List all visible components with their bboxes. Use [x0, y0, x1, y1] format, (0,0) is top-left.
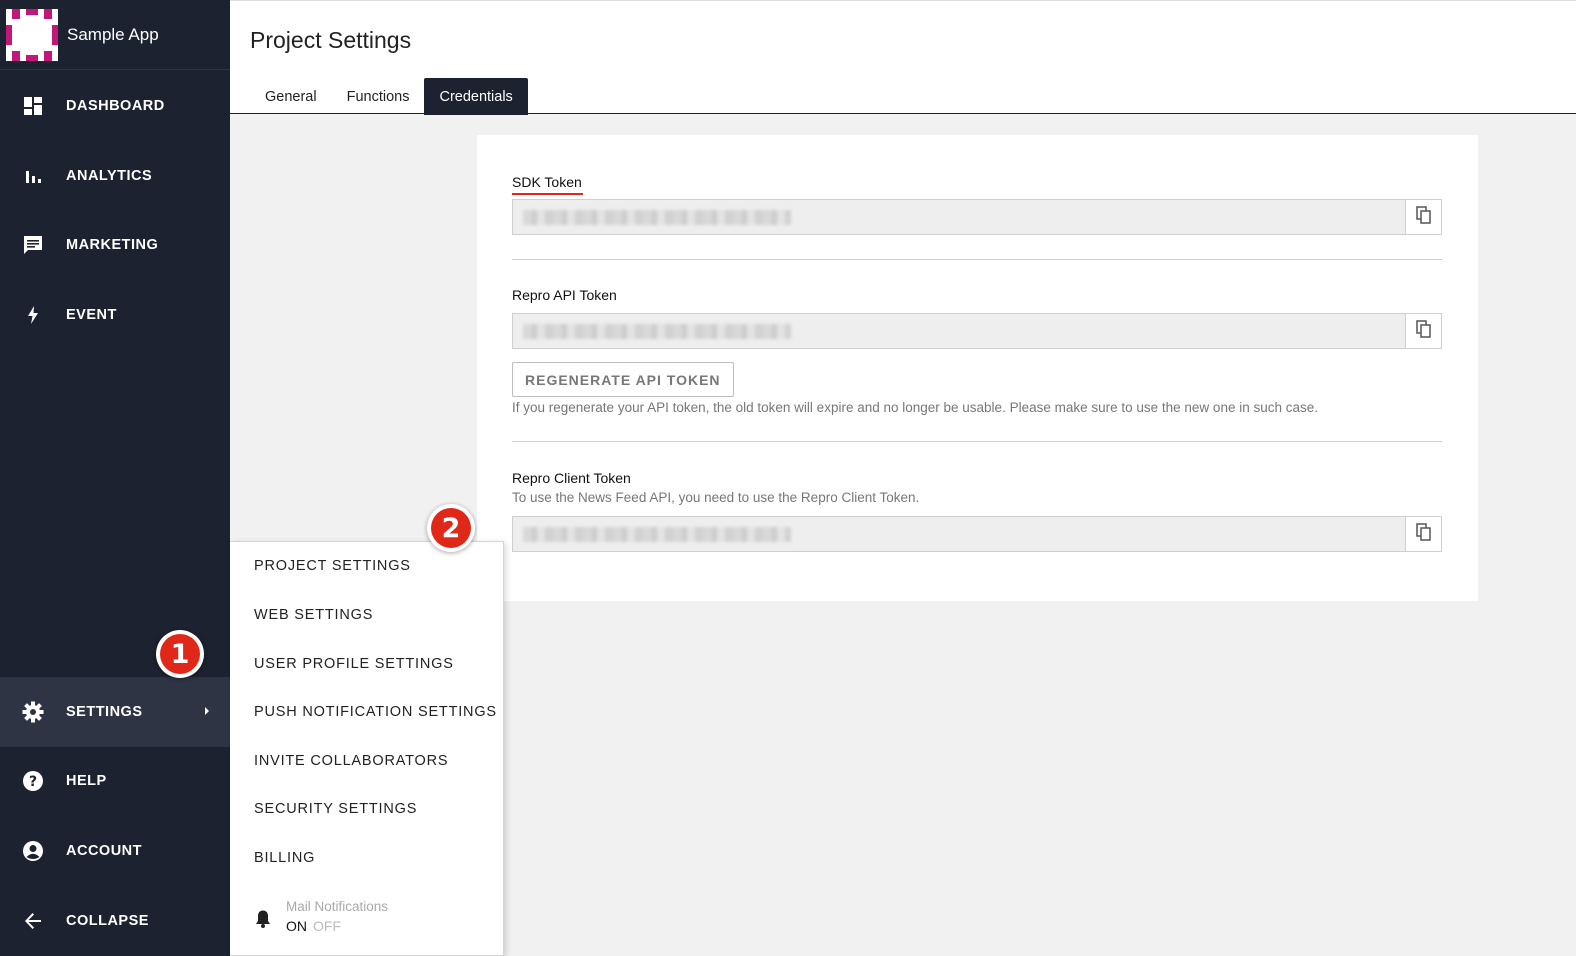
page-header: Project Settings General Functions Crede…	[230, 0, 1576, 115]
sidebar-item-label: ANALYTICS	[66, 168, 153, 184]
bell-icon	[254, 909, 272, 934]
sdk-token-highlight	[512, 193, 583, 195]
svg-text:?: ?	[29, 774, 37, 790]
client-token-field[interactable]	[512, 516, 1442, 552]
sidebar-item-event[interactable]: EVENT	[0, 280, 230, 350]
redacted-token	[523, 210, 791, 225]
app-brand[interactable]: Sample App	[0, 0, 230, 70]
mail-notifications: Mail Notifications ON OFF	[254, 899, 388, 934]
api-token-field[interactable]	[512, 313, 1442, 349]
copy-sdk-token-button[interactable]	[1405, 200, 1441, 234]
copy-icon	[1415, 205, 1432, 229]
tab-general[interactable]: General	[250, 78, 332, 115]
sidebar-item-label: EVENT	[66, 307, 117, 323]
app-name: Sample App	[67, 24, 159, 44]
menu-item-billing[interactable]: BILLING	[254, 850, 315, 866]
lightning-icon	[22, 304, 44, 326]
sidebar-item-settings[interactable]: SETTINGS	[0, 677, 230, 747]
divider	[512, 441, 1442, 442]
arrow-left-icon	[22, 910, 44, 932]
client-token-label: Repro Client Token	[512, 470, 631, 486]
sidebar-item-label: SETTINGS	[66, 704, 143, 720]
toggle-on-option[interactable]: ON	[286, 918, 307, 934]
sdk-token-field[interactable]	[512, 199, 1442, 235]
credentials-card: SDK Token Repro API Token REGENERATE API…	[477, 135, 1478, 601]
api-token-label: Repro API Token	[512, 287, 617, 303]
dashboard-icon	[22, 95, 44, 117]
divider	[512, 259, 1442, 260]
client-token-description: To use the News Feed API, you need to us…	[512, 490, 920, 505]
step-1-badge: 1	[156, 630, 204, 678]
copy-api-token-button[interactable]	[1405, 314, 1441, 348]
tab-bar: General Functions Credentials	[250, 78, 528, 115]
account-icon	[22, 840, 44, 862]
settings-menu: PROJECT SETTINGS WEB SETTINGS USER PROFI…	[230, 541, 504, 956]
mail-notifications-toggle[interactable]: ON OFF	[286, 918, 388, 934]
copy-icon	[1415, 522, 1432, 546]
menu-item-user-profile-settings[interactable]: USER PROFILE SETTINGS	[254, 656, 454, 672]
menu-item-security-settings[interactable]: SECURITY SETTINGS	[254, 801, 417, 817]
menu-item-push-notification-settings[interactable]: PUSH NOTIFICATION SETTINGS	[254, 704, 497, 720]
menu-item-invite-collaborators[interactable]: INVITE COLLABORATORS	[254, 753, 448, 769]
copy-client-token-button[interactable]	[1405, 517, 1441, 551]
redacted-token	[523, 527, 791, 542]
regenerate-api-token-button[interactable]: REGENERATE API TOKEN	[512, 362, 734, 397]
app-logo	[6, 8, 58, 61]
sidebar-item-account[interactable]: ACCOUNT	[0, 816, 230, 886]
redacted-token	[523, 324, 791, 339]
copy-icon	[1415, 319, 1432, 343]
sidebar-item-analytics[interactable]: ANALYTICS	[0, 141, 230, 211]
gear-icon	[22, 701, 44, 723]
step-2-badge: 2	[427, 504, 475, 552]
sidebar-item-label: MARKETING	[66, 237, 159, 253]
sidebar-item-label: COLLAPSE	[66, 913, 149, 929]
sidebar-item-label: ACCOUNT	[66, 843, 142, 859]
tab-credentials[interactable]: Credentials	[424, 78, 528, 115]
tab-functions[interactable]: Functions	[332, 78, 425, 115]
menu-item-project-settings[interactable]: PROJECT SETTINGS	[254, 558, 411, 574]
sidebar-item-help[interactable]: ? HELP	[0, 746, 230, 816]
sidebar-item-collapse[interactable]: COLLAPSE	[0, 886, 230, 956]
mail-notifications-label: Mail Notifications	[286, 899, 389, 914]
chat-icon	[22, 234, 44, 256]
regenerate-warning: If you regenerate your API token, the ol…	[512, 400, 1318, 415]
help-icon: ?	[22, 770, 44, 792]
bar-chart-icon	[22, 165, 44, 187]
chevron-right-icon	[205, 707, 209, 715]
sidebar: Sample App DASHBOARD ANALYTICS MARKETING…	[0, 0, 230, 956]
sidebar-item-label: DASHBOARD	[66, 98, 165, 114]
toggle-off-option[interactable]: OFF	[313, 918, 341, 934]
page-title: Project Settings	[250, 27, 412, 53]
sidebar-item-label: HELP	[66, 773, 107, 789]
sidebar-item-dashboard[interactable]: DASHBOARD	[0, 71, 230, 141]
sidebar-item-marketing[interactable]: MARKETING	[0, 210, 230, 280]
menu-item-web-settings[interactable]: WEB SETTINGS	[254, 607, 373, 623]
sdk-token-label: SDK Token	[512, 174, 582, 190]
